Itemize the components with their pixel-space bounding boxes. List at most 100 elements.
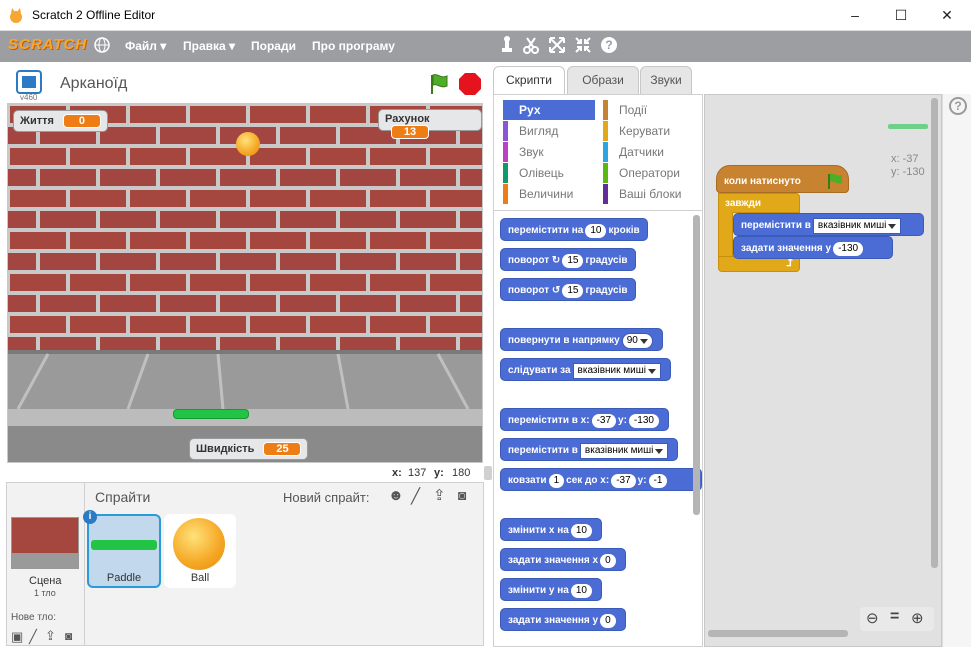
score-value: 13 [391,125,429,139]
lives-monitor[interactable]: Життя 0 [13,110,108,132]
tips-help-icon[interactable]: ? [949,97,967,115]
menu-file[interactable]: Файл ▾ [125,39,166,53]
sprites-header: Спрайти [95,489,151,505]
category-more-blocks[interactable]: Ваші блоки [603,184,695,204]
lives-value: 0 [62,114,101,128]
ball-sprite[interactable] [236,132,260,156]
forever-block-arm [718,212,733,257]
new-sprite-label: Новий спрайт: [283,490,370,505]
x-coord-value: 137 [408,467,427,479]
palette-divider [494,210,702,211]
block-set-x[interactable]: задати значення х0 [500,548,626,571]
zoom-controls: ⊖ = ⊕ [860,607,934,631]
block-glide[interactable]: ковзати 1 сек до x: -37 y: -1 [500,468,702,491]
fullscreen-icon[interactable] [16,70,42,94]
script-set-y-block[interactable]: задати значення у -130 [733,236,893,259]
speed-monitor[interactable]: Швидкість 25 [189,438,309,460]
menu-tips[interactable]: Поради [251,39,296,53]
paint-sprite-icon[interactable]: ╱ [411,487,420,505]
stage[interactable]: Життя 0 Рахунок 13 Швидкість 25 [7,103,483,463]
block-turn-right[interactable]: поворот ↻ 15 градусів [500,248,636,271]
camera-icon[interactable]: ◙ [65,629,72,643]
upload-backdrop-icon[interactable]: ⇪ [45,628,56,644]
block-point-towards[interactable]: слідувати за вказівник миші [500,358,671,381]
version-label: v460 [20,93,38,102]
globe-icon[interactable] [94,37,110,53]
speed-label: Швидкість [196,443,255,455]
block-set-y[interactable]: задати значення у0 [500,608,626,631]
tab-costumes[interactable]: Образи [567,66,639,94]
when-flag-clicked-block[interactable]: коли натиснуто [716,165,849,193]
scene-label: Сцена [29,575,62,587]
zoom-out-icon[interactable]: ⊖ [866,609,879,627]
project-title[interactable]: Арканоїд [60,75,127,93]
category-sound[interactable]: Звук [503,142,595,162]
block-goto-xy[interactable]: перемістити в x: -37 y: -130 [500,408,669,431]
block-turn-left[interactable]: поворот ↺ 15 градусів [500,278,636,301]
tab-sounds[interactable]: Звуки [640,66,692,94]
zoom-in-icon[interactable]: ⊕ [911,609,924,627]
sprite-tile-paddle[interactable]: i Paddle [83,510,161,588]
block-move-steps[interactable]: перемістити на 10 кроків [500,218,648,241]
menu-edit[interactable]: Правка ▾ [183,39,235,53]
script-x-readout: x: -37 [891,153,919,165]
sprites-panel: Сцена 1 тло Нове тло: ▣ ╱ ⇪ ◙ Спрайти Но… [6,482,484,646]
category-looks[interactable]: Вигляд [503,121,595,141]
upload-sprite-icon[interactable]: ⇪ [433,486,446,504]
scene-sub: 1 тло [34,588,56,598]
category-motion[interactable]: Рух [503,100,595,120]
info-icon[interactable]: i [83,510,97,524]
stage-header: v460 Арканоїд [7,66,484,103]
category-operators[interactable]: Оператори [603,163,695,183]
forever-block[interactable]: завжди [718,193,800,213]
shrink-icon[interactable] [574,36,592,54]
palette-scrollbar[interactable] [693,215,700,515]
script-area[interactable]: x: -37 y: -130 коли натиснуто завжди ⮥ п… [704,94,942,647]
menu-about[interactable]: Про програму [312,39,395,53]
category-control[interactable]: Керувати [603,121,695,141]
block-change-x[interactable]: змінити х на 10 [500,518,602,541]
script-vertical-scrollbar[interactable] [931,98,938,568]
scissors-icon[interactable] [522,36,540,54]
maximize-button[interactable]: ☐ [878,0,924,31]
block-point-direction[interactable]: повернути в напрямку 90 [500,328,663,351]
stop-icon[interactable] [458,72,482,96]
category-data[interactable]: Величини [503,184,595,204]
category-sensing[interactable]: Датчики [603,142,695,162]
score-monitor[interactable]: Рахунок 13 [378,109,482,139]
tips-panel: ? [942,94,971,647]
script-y-readout: y: -130 [891,166,925,178]
close-button[interactable]: ✕ [924,0,970,31]
block-goto[interactable]: перемістити в вказівник миші [500,438,679,461]
sprite-library-icon[interactable]: ☻ [388,487,404,504]
sprite-name-paddle: Paddle [106,572,142,584]
camera-sprite-icon[interactable]: ◙ [458,487,466,503]
sprite-tile-ball[interactable]: Ball [164,514,236,588]
block-change-y[interactable]: змінити у на 10 [500,578,602,601]
sprite-preview [888,124,928,129]
paddle-sprite[interactable] [173,409,249,419]
scratch-logo[interactable]: SCRATCH [8,36,87,53]
tab-scripts[interactable]: Скрипти [493,66,565,94]
lives-label: Життя [20,115,54,127]
block-palette: Рух Вигляд Звук Олівець Величини Події К… [493,94,703,647]
svg-text:?: ? [605,38,612,52]
green-flag-icon[interactable] [427,72,451,96]
brush-icon[interactable]: ╱ [29,629,37,645]
grow-icon[interactable] [548,36,566,54]
window-title: Scratch 2 Offline Editor [32,8,156,22]
paint-backdrop-icon[interactable]: ▣ [11,629,23,645]
new-backdrop-label: Нове тло: [11,612,56,623]
script-goto-block[interactable]: перемістити в вказівник миші [733,213,924,236]
minimize-button[interactable]: – [832,0,878,31]
zoom-reset-icon[interactable]: = [890,608,899,626]
help-icon[interactable]: ? [600,36,618,54]
script-horizontal-scrollbar[interactable] [708,630,848,637]
category-pen[interactable]: Олівець [503,163,595,183]
stage-thumbnail[interactable] [11,517,79,569]
y-coord-value: 180 [452,467,471,479]
ball-thumbnail [173,518,225,570]
stamp-icon[interactable] [498,36,516,54]
collapse-stage-handle[interactable] [484,466,492,480]
category-events[interactable]: Події [603,100,695,120]
